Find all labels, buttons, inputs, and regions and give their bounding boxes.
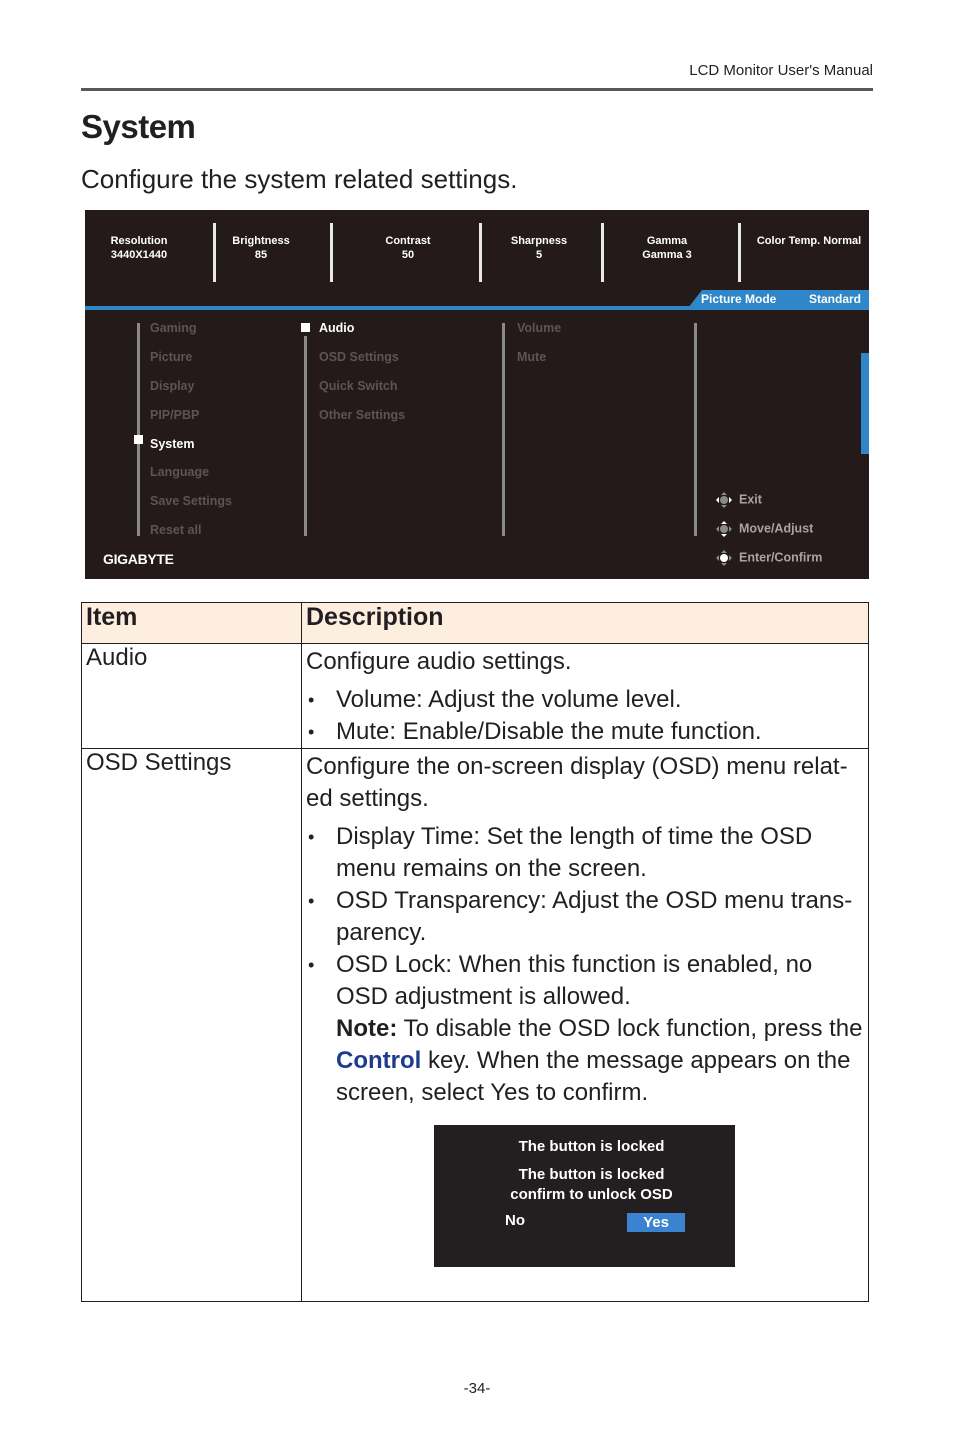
yes-button[interactable]: Yes <box>627 1213 685 1232</box>
info-label: Sharpness <box>510 235 568 247</box>
manual-header: LCD Monitor User's Manual <box>689 62 873 79</box>
no-button[interactable]: No <box>505 1212 525 1229</box>
sub-menu-line <box>304 336 307 536</box>
header-divider <box>81 88 873 91</box>
submenu-item-other-settings[interactable]: Other Settings <box>319 408 405 422</box>
info-separator <box>601 223 604 282</box>
joystick-exit-icon <box>716 492 732 508</box>
menu-item-system[interactable]: System <box>150 437 194 451</box>
hint-label: Enter/Confirm <box>739 550 823 565</box>
menu-item-gaming[interactable]: Gaming <box>150 321 197 335</box>
menu-item-pip-pbp[interactable]: PIP/PBP <box>150 408 199 422</box>
info-separator <box>738 223 741 282</box>
info-label: Brightness <box>232 235 290 247</box>
bullet-list: Display Time: Set the length of time the… <box>306 821 864 1109</box>
bullet-item: Mute: Enable/Disable the mute function. <box>308 716 864 748</box>
info-color-temp: Color Temp. Normal <box>749 234 869 248</box>
dialog-title: The button is locked <box>518 1138 665 1155</box>
osd-screenshot: Resolution 3440X1440 Brightness 85 Contras… <box>85 210 869 579</box>
row-intro: Configure audio settings. <box>306 648 572 675</box>
menu-item-display[interactable]: Display <box>150 379 194 393</box>
hint-enter-confirm: Enter/Confirm <box>715 549 822 567</box>
dialog-message-line: The button is locked <box>518 1166 665 1183</box>
column-header-description: Description <box>301 602 869 644</box>
option-volume[interactable]: Volume <box>517 321 561 335</box>
bullet-item: Display Time: Set the length of time the… <box>308 821 864 885</box>
page-subtitle: Configure the system related settings. <box>81 164 518 194</box>
dialog-message-line: confirm to unlock OSD <box>510 1186 673 1203</box>
menu-item-language[interactable]: Language <box>150 465 209 479</box>
hint-exit: Exit <box>715 491 762 509</box>
hint-move-adjust: Move/Adjust <box>715 520 813 538</box>
main-menu-line <box>137 323 140 536</box>
row-intro: Configure the on-screen display (OSD) me… <box>306 753 848 812</box>
submenu-item-audio[interactable]: Audio <box>319 321 354 335</box>
gigabyte-logo: GIGABYTE <box>103 551 174 567</box>
info-value: 85 <box>254 249 268 261</box>
info-label: Gamma <box>646 235 688 247</box>
info-brightness: Brightness 85 <box>221 234 301 262</box>
info-resolution: Resolution 3440X1440 <box>99 234 179 262</box>
row-item: OSD Settings <box>81 748 302 1302</box>
menu-item-picture[interactable]: Picture <box>150 350 192 364</box>
row-description: Configure the on-screen display (OSD) me… <box>301 748 869 1302</box>
note-text: To disable the OSD lock function, press … <box>397 1015 863 1042</box>
bullet-list: Volume: Adjust the volume level. Mute: E… <box>306 684 864 748</box>
info-label: Contrast <box>385 235 431 247</box>
fourth-menu-line <box>694 323 697 536</box>
settings-table: Item Description Audio Configure audio s… <box>81 602 869 1302</box>
page-title: System <box>81 108 196 145</box>
info-separator <box>213 223 216 282</box>
table-row: Audio Configure audio settings. Volume: … <box>81 643 869 749</box>
option-mute[interactable]: Mute <box>517 350 546 364</box>
unlock-dialog-screenshot: The button is locked The button is locke… <box>434 1125 735 1267</box>
submenu-item-quick-switch[interactable]: Quick Switch <box>319 379 398 393</box>
column-header-item: Item <box>81 602 302 644</box>
row-description: Configure audio settings. Volume: Adjust… <box>301 643 869 749</box>
info-value: 5 <box>535 249 543 261</box>
bullet-item: OSD Transparency: Adjust the OSD menu tr… <box>308 885 864 949</box>
table-row: OSD Settings Configure the on-screen dis… <box>81 748 869 1302</box>
info-contrast: Contrast 50 <box>368 234 448 262</box>
info-value: Gamma 3 <box>642 249 692 261</box>
row-item: Audio <box>81 643 302 749</box>
submenu-item-osd-settings[interactable]: OSD Settings <box>319 350 399 364</box>
bullet-item: OSD Lock: When this function is enabled,… <box>308 949 864 1109</box>
main-selection-marker <box>134 435 143 444</box>
info-label: Color Temp. Normal <box>756 235 862 247</box>
osd-divider <box>85 306 869 310</box>
info-label: Resolution <box>110 235 168 247</box>
info-value: 3440X1440 <box>110 249 168 261</box>
info-value: 50 <box>401 249 415 261</box>
joystick-enter-icon <box>716 550 732 566</box>
menu-item-reset-all[interactable]: Reset all <box>150 523 201 537</box>
sub-selection-marker <box>301 323 310 332</box>
table-header-row: Item Description <box>81 602 869 644</box>
hint-label: Exit <box>739 492 762 507</box>
control-key-name: Control <box>336 1047 422 1074</box>
note-label: Note: <box>336 1015 398 1042</box>
osd-scrollbar[interactable] <box>861 353 869 454</box>
joystick-move-icon <box>716 521 732 537</box>
hint-label: Move/Adjust <box>739 521 814 536</box>
info-gamma: Gamma Gamma 3 <box>627 234 707 262</box>
third-menu-line <box>502 323 505 536</box>
info-separator <box>479 223 482 282</box>
info-separator <box>330 223 333 282</box>
bullet-item: Volume: Adjust the volume level. <box>308 684 864 716</box>
bullet-text: OSD Lock: When this function is enabled,… <box>336 951 813 1010</box>
dialog-message: The button is locked confirm to unlock OS… <box>434 1165 735 1205</box>
menu-item-save-settings[interactable]: Save Settings <box>150 494 232 508</box>
info-sharpness: Sharpness 5 <box>499 234 579 262</box>
page-number: -34- <box>463 1380 491 1397</box>
